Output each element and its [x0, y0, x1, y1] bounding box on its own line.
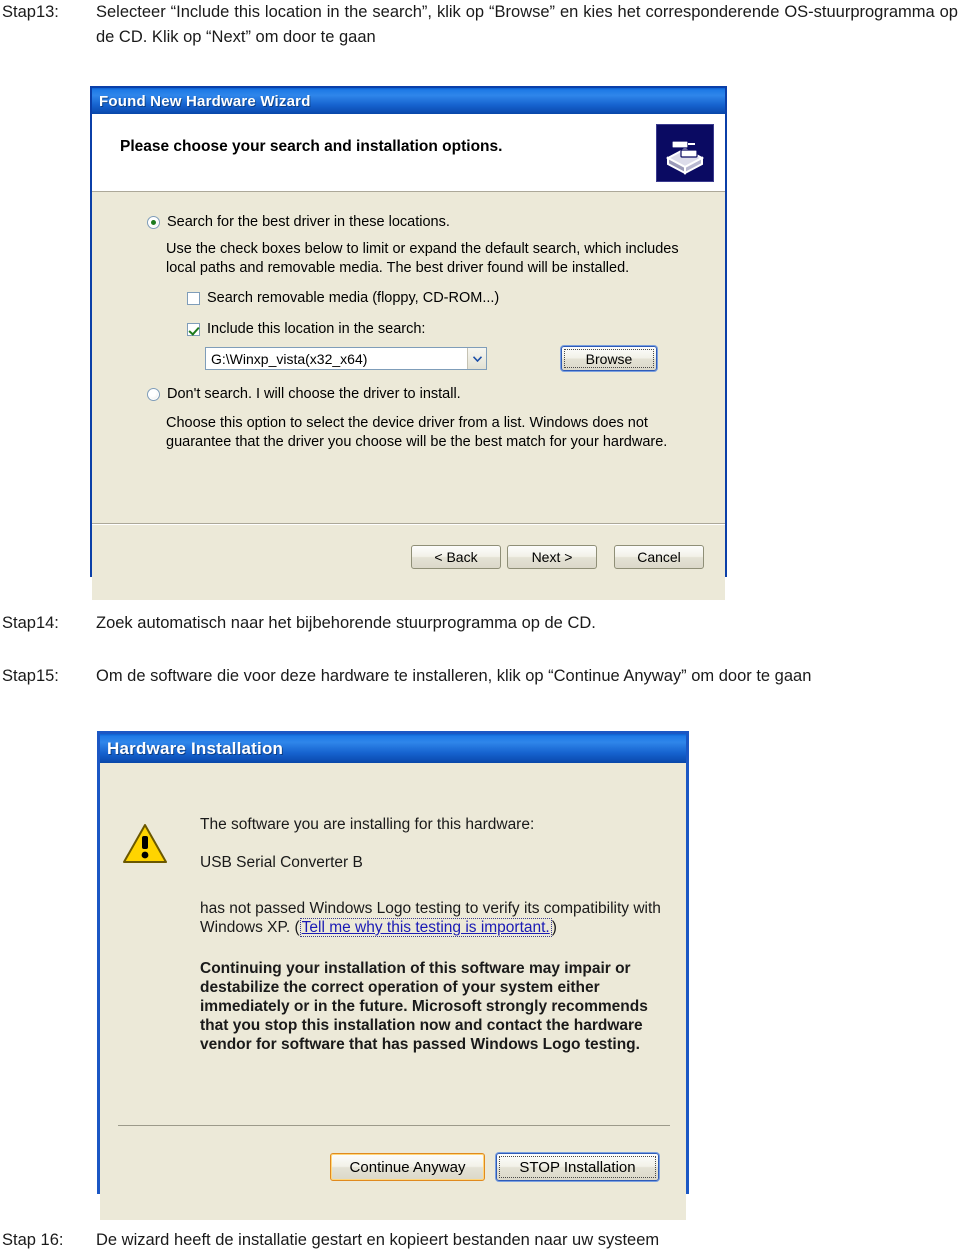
step-14-label: Stap14: — [2, 614, 59, 632]
hardware-installation-title-text: Hardware Installation — [107, 738, 284, 758]
hardware-installation-titlebar[interactable]: Hardware Installation — [100, 734, 686, 763]
chevron-down-icon[interactable] — [467, 348, 486, 369]
footer-separator — [118, 1125, 670, 1126]
checkbox-include-location[interactable]: Include this location in the search: — [187, 321, 425, 337]
radio-dont-search[interactable]: Don't search. I will choose the driver t… — [147, 386, 461, 402]
radio-search-best-driver-label: Search for the best driver in these loca… — [167, 214, 450, 230]
wizard-header-text: Please choose your search and installati… — [120, 138, 503, 155]
step-16-row: Stap 16: De wizard heeft de installatie … — [2, 1228, 902, 1253]
wizard-titlebar[interactable]: Found New Hardware Wizard — [92, 88, 725, 114]
stop-installation-button-label: STOP Installation — [519, 1158, 636, 1176]
radio-search-best-driver[interactable]: Search for the best driver in these loca… — [147, 214, 450, 230]
dont-search-description-text: Choose this option to select the device … — [166, 415, 668, 450]
search-description-text: Use the check boxes below to limit or ex… — [166, 241, 679, 276]
continue-anyway-button[interactable]: Continue Anyway — [330, 1153, 485, 1181]
found-new-hardware-wizard-dialog[interactable]: Found New Hardware Wizard Please choose … — [90, 86, 727, 600]
step-16-text: De wizard heeft de installatie gestart e… — [96, 1231, 660, 1249]
wizard-body-panel: Search for the best driver in these loca… — [92, 192, 725, 524]
checkbox-include-location-box[interactable] — [187, 323, 200, 336]
radio-search-best-driver-indicator[interactable] — [147, 216, 160, 229]
step-13-row: Stap13: Selecteer “Include this location… — [2, 0, 958, 50]
next-button[interactable]: Next > — [507, 545, 597, 569]
step-13-text: Selecteer “Include this location in the … — [96, 3, 958, 46]
step-15-row: Stap15: Om de software die voor deze har… — [2, 664, 954, 689]
browse-button[interactable]: Browse — [561, 346, 657, 371]
continuing-installation-warning-text: Continuing your installation of this sof… — [200, 960, 648, 1053]
step-13-label: Stap13: — [2, 3, 59, 21]
radio-dont-search-indicator[interactable] — [147, 388, 160, 401]
hardware-installation-body: The software you are installing for this… — [100, 763, 686, 1220]
location-combobox-value: G:\Winxp_vista(x32_x64) — [211, 350, 368, 367]
step-15-text: Om de software die voor deze hardware te… — [96, 667, 812, 685]
checkbox-search-removable-media[interactable]: Search removable media (floppy, CD-ROM..… — [187, 290, 499, 306]
radio-dont-search-label: Don't search. I will choose the driver t… — [167, 386, 461, 402]
wizard-title-text: Found New Hardware Wizard — [99, 92, 311, 110]
wizard-header-panel: Please choose your search and installati… — [92, 114, 725, 192]
back-button[interactable]: < Back — [411, 545, 501, 569]
back-button-label: < Back — [434, 549, 478, 565]
continue-anyway-button-label: Continue Anyway — [349, 1158, 466, 1176]
step-16-label: Stap 16: — [2, 1231, 64, 1249]
checkbox-include-location-label: Include this location in the search: — [207, 321, 426, 337]
step-14-row: Stap14: Zoek automatisch naar het bijbeh… — [2, 611, 902, 636]
location-combobox[interactable]: G:\Winxp_vista(x32_x64) — [205, 347, 487, 370]
logo-testing-warning-line1: has not passed Windows Logo testing to v… — [200, 900, 630, 917]
hardware-installation-dialog[interactable]: Hardware Installation The software you a… — [97, 731, 689, 1220]
wizard-footer-panel: < Back Next > Cancel — [92, 523, 725, 600]
hardware-install-intro-text: The software you are installing for this… — [200, 816, 535, 833]
logo-testing-warning-suffix: ) — [551, 919, 557, 936]
checkbox-search-removable-media-box[interactable] — [187, 292, 200, 305]
checkbox-search-removable-media-label: Search removable media (floppy, CD-ROM..… — [207, 290, 500, 306]
stop-installation-button[interactable]: STOP Installation — [496, 1153, 659, 1181]
warning-triangle-icon — [122, 823, 168, 865]
step-15-label: Stap15: — [2, 667, 59, 685]
cancel-button[interactable]: Cancel — [614, 545, 704, 569]
logo-testing-warning-text: has not passed Windows Logo testing to v… — [200, 899, 670, 937]
device-name-text: USB Serial Converter B — [200, 854, 363, 871]
tell-me-why-link[interactable]: Tell me why this testing is important. — [299, 918, 552, 937]
cancel-button-label: Cancel — [637, 549, 681, 565]
next-button-label: Next > — [531, 549, 573, 565]
browse-button-label: Browse — [585, 350, 633, 367]
wizard-hardware-icon — [656, 124, 714, 182]
step-14-text: Zoek automatisch naar het bijbehorende s… — [96, 614, 596, 632]
